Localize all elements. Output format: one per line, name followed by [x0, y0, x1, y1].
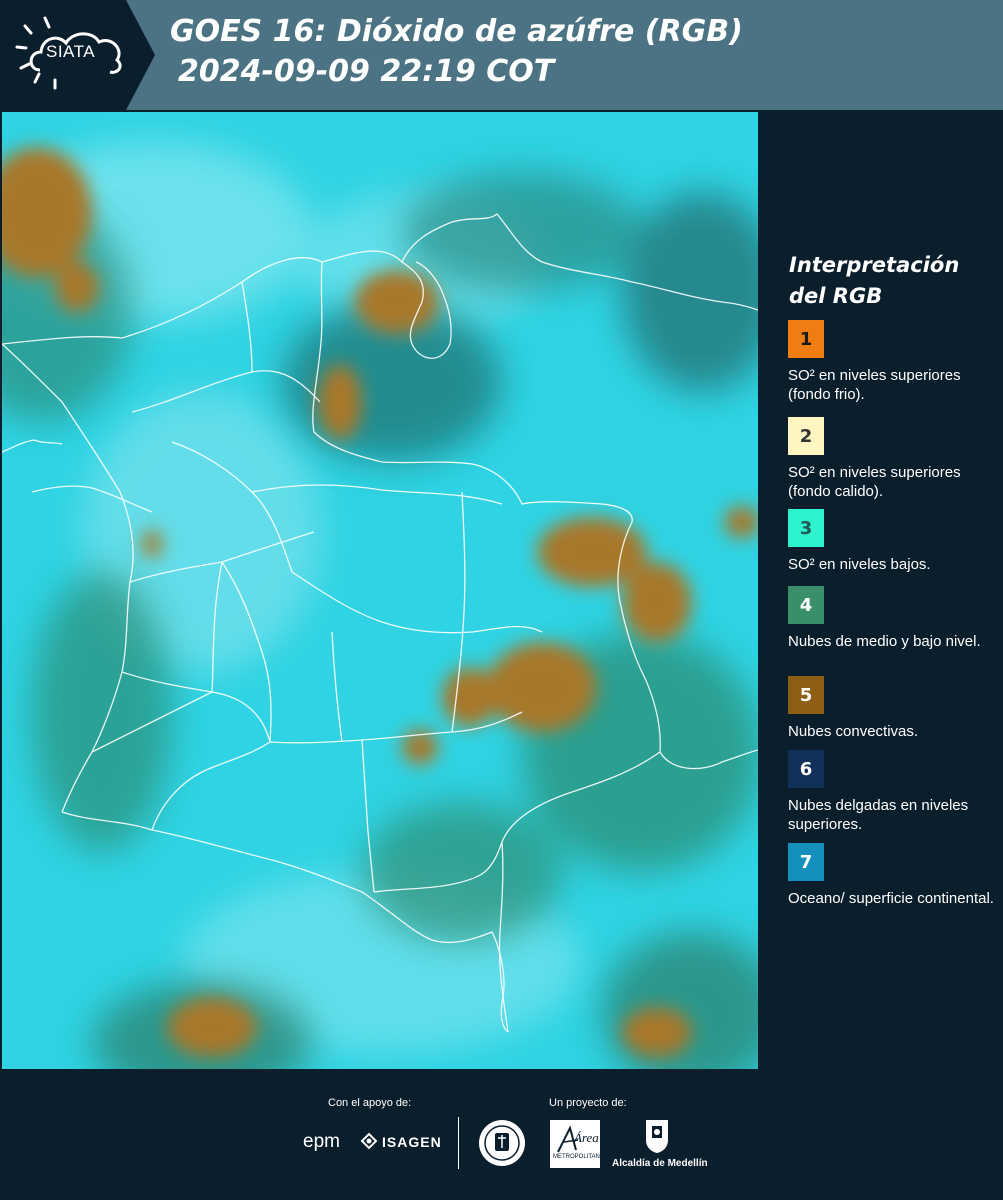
legend-title: Interpretación del RGB — [789, 253, 960, 308]
legend-swatch: 3 — [788, 509, 824, 547]
rgb-legend: Interpretación del RGB 1 SO² en niveles … — [760, 110, 1003, 1070]
satellite-map — [2, 112, 758, 1069]
page-title: GOES 16: Dióxido de azúfre (RGB) — [170, 14, 743, 49]
legend-swatch: 4 — [788, 586, 824, 624]
legend-item-4: 4 Nubes de medio y bajo nivel. — [788, 586, 998, 651]
legend-item-6: 6 Nubes delgadas en niveles superiores. — [788, 750, 998, 834]
header-bar: SIATA GOES 16: Dióxido de azúfre (RGB) 2… — [0, 0, 1003, 110]
legend-description: SO² en niveles superiores (fondo calido)… — [788, 464, 961, 500]
footer-divider — [458, 1117, 459, 1169]
area-metropolitana-logo: Área METROPOLITANA — [550, 1120, 604, 1168]
alcaldia-logo: Alcaldía de Medellín — [612, 1158, 708, 1169]
university-seal-icon — [477, 1118, 527, 1168]
isagen-logo: ISAGEN — [382, 1134, 442, 1150]
legend-item-7: 7 Oceano/ superficie continental. — [788, 843, 998, 908]
legend-swatch: 7 — [788, 843, 824, 881]
legend-description: Nubes delgadas en niveles superiores. — [788, 797, 969, 833]
legend-description: Nubes convectivas. — [788, 723, 919, 740]
page-timestamp: 2024-09-09 22:19 COT — [178, 54, 555, 89]
medellin-coat-of-arms-icon — [644, 1118, 670, 1154]
legend-description: SO² en niveles superiores (fondo frio). — [788, 367, 961, 403]
legend-description: Oceano/ superficie continental. — [788, 890, 994, 907]
footer: Con el apoyo de: Un proyecto de: epm ISA… — [0, 1070, 1003, 1200]
siata-logo: SIATA — [0, 0, 155, 110]
area-logo-name: Área — [574, 1130, 599, 1145]
legend-item-5: 5 Nubes convectivas. — [788, 676, 998, 741]
legend-description: SO² en niveles bajos. — [788, 556, 931, 573]
legend-swatch: 2 — [788, 417, 824, 455]
area-logo-sub: METROPOLITANA — [553, 1154, 604, 1160]
legend-item-3: 3 SO² en niveles bajos. — [788, 509, 998, 574]
legend-item-1: 1 SO² en niveles superiores (fondo frio)… — [788, 320, 998, 404]
legend-description: Nubes de medio y bajo nivel. — [788, 633, 981, 650]
legend-swatch: 5 — [788, 676, 824, 714]
isagen-icon — [360, 1132, 378, 1150]
epm-logo: epm — [303, 1131, 340, 1152]
legend-swatch: 6 — [788, 750, 824, 788]
legend-swatch: 1 — [788, 320, 824, 358]
project-label: Un proyecto de: — [549, 1097, 627, 1109]
support-label: Con el apoyo de: — [328, 1097, 412, 1109]
legend-item-2: 2 SO² en niveles superiores (fondo calid… — [788, 417, 998, 501]
logo-text: SIATA — [46, 42, 96, 61]
